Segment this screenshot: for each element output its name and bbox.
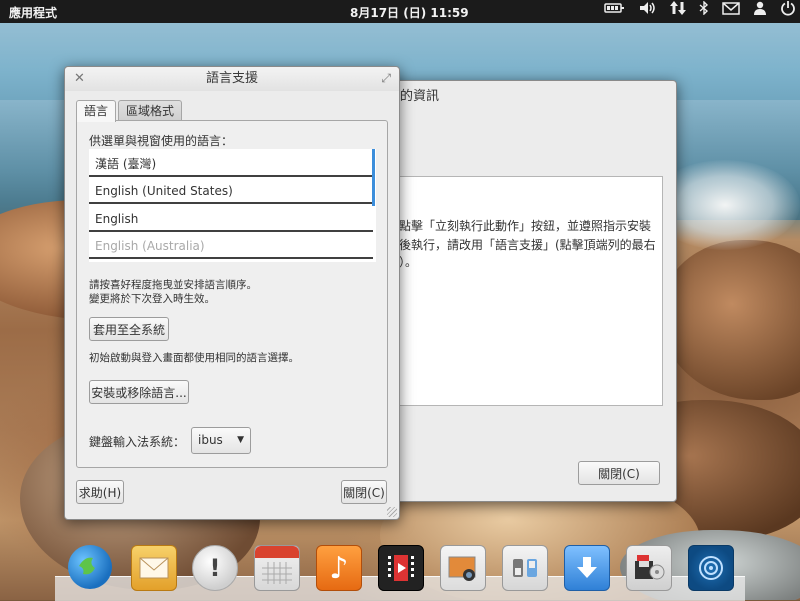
notifications-icon[interactable]: ! bbox=[192, 545, 238, 591]
input-method-value: ibus bbox=[198, 433, 223, 447]
language-list-label: 供選單與視窗使用的語言： bbox=[89, 134, 234, 148]
info-text-area: 點擊「立刻執行此動作」按鈕，並遵照指示安裝 後執行，請改用「語言支援」(點擊頂端… bbox=[396, 176, 663, 406]
language-support-window: 語言支援 ✕ ⤢ 語言 區域格式 供選單與視窗使用的語言： 漢語 (臺灣) En… bbox=[64, 66, 400, 520]
software-center-icon[interactable] bbox=[688, 545, 734, 591]
order-hint: 請按喜好程度拖曳並安排語言順序。 bbox=[89, 279, 257, 291]
apply-system-wide-button[interactable]: 套用至全系統 bbox=[89, 317, 169, 341]
photos-icon[interactable] bbox=[440, 545, 486, 591]
volume-icon[interactable] bbox=[639, 0, 657, 23]
info-text-line: 點擊「立刻執行此動作」按鈕，並遵照指示安裝 bbox=[399, 219, 652, 233]
resize-grip[interactable] bbox=[387, 507, 397, 517]
list-item[interactable]: English (Australia) bbox=[89, 233, 373, 259]
network-icon[interactable] bbox=[604, 0, 626, 23]
list-item[interactable]: English (United States) bbox=[89, 178, 373, 204]
applications-menu[interactable]: 應用程式 bbox=[9, 4, 57, 21]
video-icon[interactable] bbox=[378, 545, 424, 591]
wallpaper-rock bbox=[660, 240, 800, 400]
apply-hint: 初始啟動與登入畫面都使用相同的語言選擇。 bbox=[89, 352, 299, 364]
downloads-icon[interactable] bbox=[564, 545, 610, 591]
install-remove-languages-button[interactable]: 安裝或移除語言... bbox=[89, 380, 189, 404]
close-button[interactable]: 關閉(C) bbox=[341, 480, 387, 504]
list-item[interactable]: 漢語 (臺灣) bbox=[89, 151, 373, 177]
mail-icon[interactable] bbox=[722, 0, 740, 23]
info-close-button[interactable]: 關閉(C) bbox=[578, 461, 660, 485]
browser-icon[interactable] bbox=[68, 545, 112, 589]
input-method-label: 鍵盤輸入法系統： bbox=[89, 435, 186, 449]
list-scrollbar[interactable] bbox=[372, 149, 375, 206]
system-tray bbox=[591, 0, 796, 23]
calendar-icon[interactable] bbox=[254, 545, 300, 591]
info-text-line: 後執行，請改用「語言支援」(點擊頂端列的最右 bbox=[399, 238, 656, 252]
music-icon[interactable]: ♪ bbox=[316, 545, 362, 591]
info-text-line: ）。 bbox=[399, 255, 418, 269]
language-tab-panel: 供選單與視窗使用的語言： 漢語 (臺灣) English (United Sta… bbox=[76, 120, 388, 468]
backup-icon[interactable] bbox=[626, 545, 672, 591]
settings-icon[interactable] bbox=[502, 545, 548, 591]
tab-language[interactable]: 語言 bbox=[76, 100, 117, 122]
window-title: 語言支援 bbox=[65, 67, 399, 91]
input-method-combo[interactable]: ibus ▼ bbox=[191, 427, 251, 454]
clock[interactable]: 8月17日 (日) 11:59 bbox=[350, 4, 469, 21]
close-icon[interactable]: ✕ bbox=[74, 71, 85, 86]
bluetooth-icon[interactable] bbox=[699, 0, 709, 23]
info-window: 的資訊 點擊「立刻執行此動作」按鈕，並遵照指示安裝 後執行，請改用「語言支援」(… bbox=[365, 80, 677, 502]
language-list[interactable]: 漢語 (臺灣) English (United States) English … bbox=[89, 149, 376, 262]
help-button[interactable]: 求助(H) bbox=[76, 480, 124, 504]
transfer-icon[interactable] bbox=[670, 0, 686, 24]
power-icon[interactable] bbox=[780, 0, 796, 24]
top-panel: 應用程式 8月17日 (日) 11:59 bbox=[0, 0, 800, 23]
order-hint-2: 變更將於下次登入時生效。 bbox=[89, 293, 215, 305]
mail-icon[interactable] bbox=[131, 545, 177, 591]
list-item[interactable]: English bbox=[89, 206, 373, 232]
dropdown-arrow-icon: ▼ bbox=[237, 435, 244, 445]
tab-regional-formats[interactable]: 區域格式 bbox=[118, 100, 183, 121]
maximize-icon[interactable]: ⤢ bbox=[381, 71, 391, 86]
user-icon[interactable] bbox=[753, 0, 767, 23]
info-window-title: 的資訊 bbox=[400, 89, 440, 104]
